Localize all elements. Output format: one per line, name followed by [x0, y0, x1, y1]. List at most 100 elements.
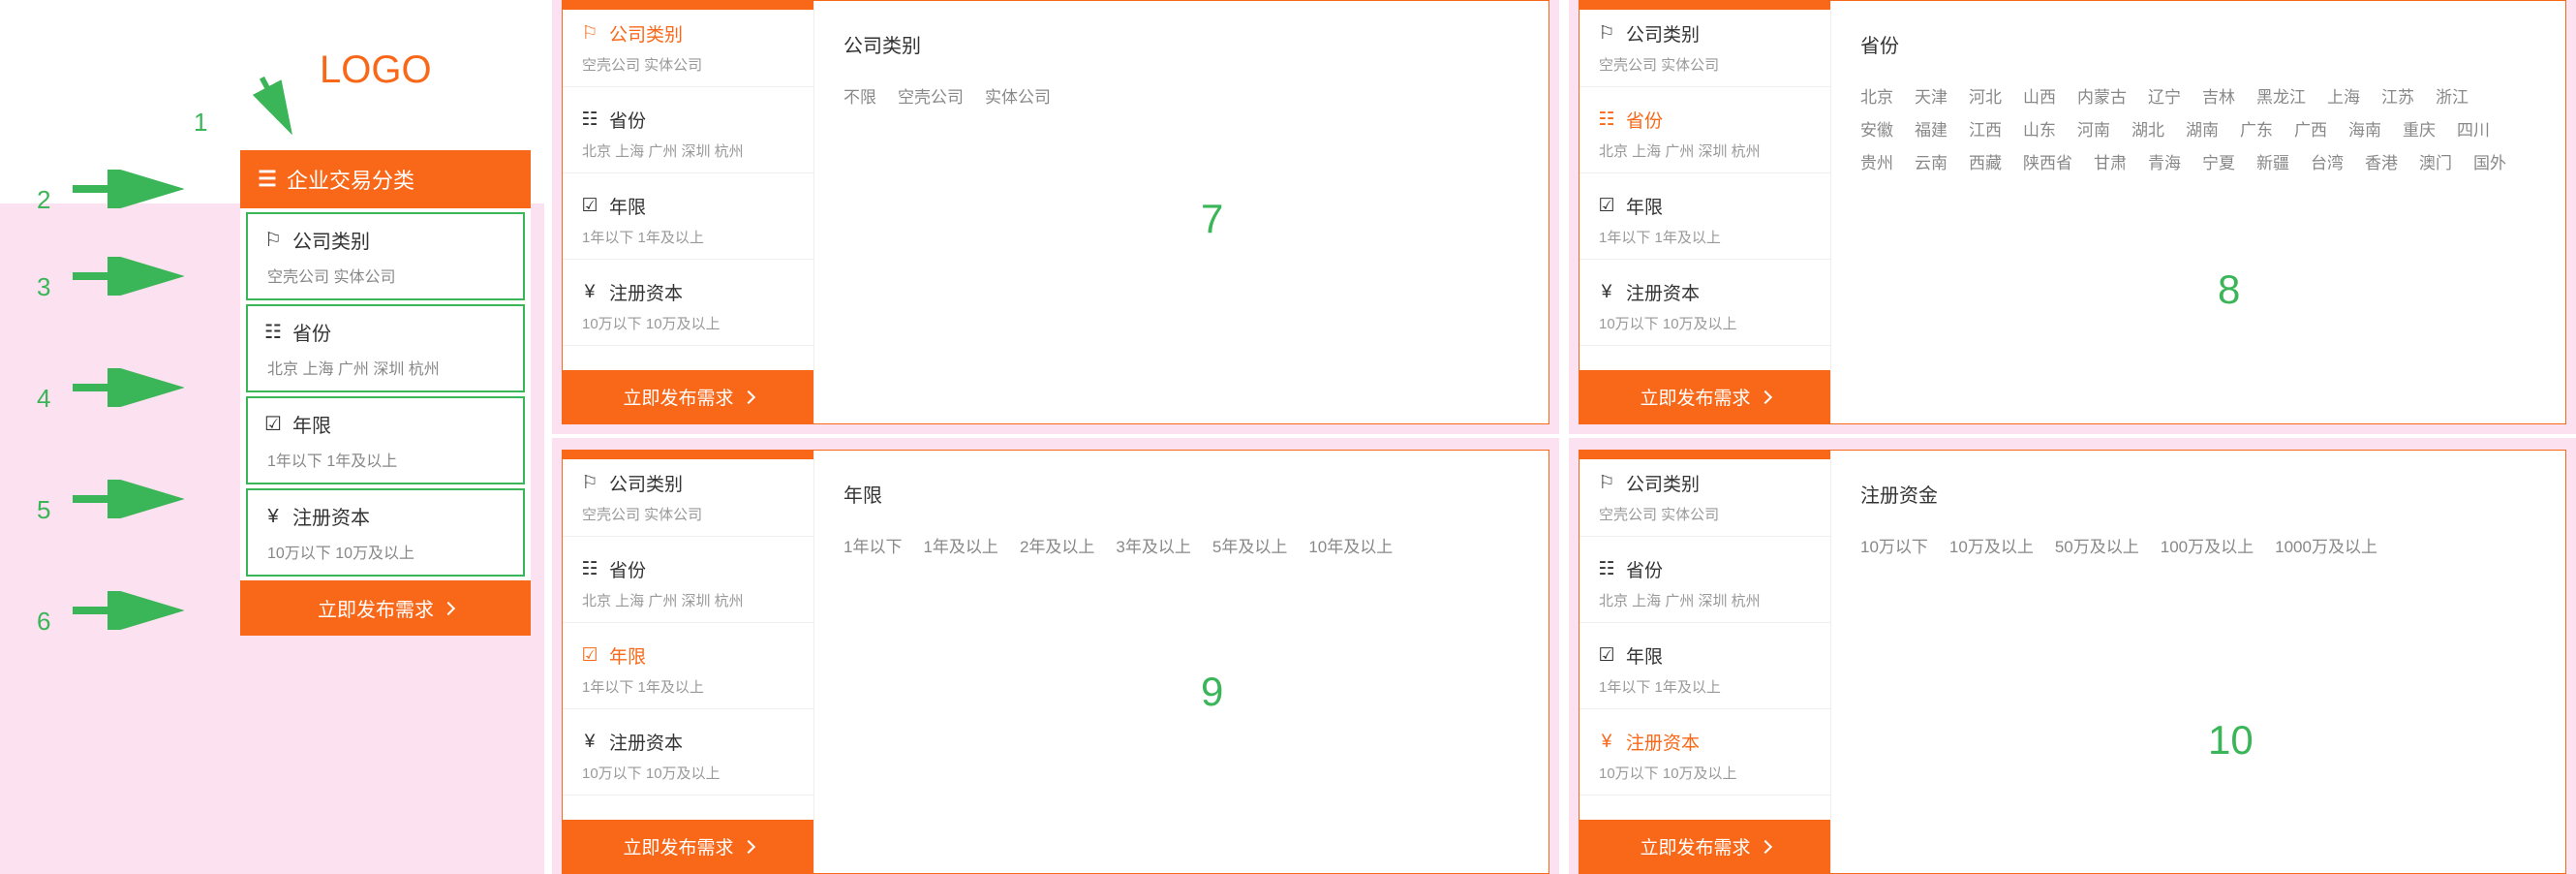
panel-item-capital[interactable]: ¥ 注册资本 10万以下 10万及以上	[563, 267, 813, 346]
panel-item-title: 年限	[1626, 642, 1663, 669]
filter-tag[interactable]: 10年及以上	[1308, 531, 1393, 564]
panel-item-title: 注册资本	[609, 729, 683, 755]
filter-tag[interactable]: 河南	[2077, 114, 2110, 147]
filter-tag[interactable]: 江西	[1969, 114, 2002, 147]
panel-item-province[interactable]: ☷ 省份 北京 上海 广州 深圳 杭州	[563, 95, 813, 173]
panel-item-category[interactable]: ⚐ 公司类别 空壳公司 实体公司	[563, 9, 813, 87]
panel-item-title: 年限	[609, 193, 646, 219]
sidebar-header[interactable]: ☰ 企业交易分类	[240, 150, 531, 208]
publish-button[interactable]: 立即发布需求	[1579, 820, 1830, 873]
list-icon: ☰	[258, 170, 277, 189]
filter-tag[interactable]: 山东	[2023, 114, 2056, 147]
filter-tag[interactable]: 黑龙江	[2256, 81, 2306, 114]
filter-tag[interactable]: 5年及以上	[1212, 531, 1287, 564]
filter-tag[interactable]: 广东	[2240, 114, 2273, 147]
filter-tag[interactable]: 国外	[2473, 147, 2506, 180]
panel-item-province[interactable]: ☷ 省份 北京 上海 广州 深圳 杭州	[1579, 545, 1830, 623]
panel-item-category[interactable]: ⚐ 公司类别 空壳公司 实体公司	[1579, 9, 1830, 87]
filter-tag[interactable]: 浙江	[2436, 81, 2469, 114]
filter-tag[interactable]: 贵州	[1860, 147, 1893, 180]
filter-tag[interactable]: 不限	[843, 81, 876, 114]
filter-tag[interactable]: 100万及以上	[2161, 531, 2254, 564]
publish-button[interactable]: 立即发布需求	[240, 580, 531, 636]
content-tags-10: 10万以下 10万及以上 50万及以上 100万及以上 1000万及以上	[1860, 531, 2536, 564]
panel-item-capital[interactable]: ¥ 注册资本 10万以下 10万及以上	[1579, 717, 1830, 796]
filter-tag[interactable]: 内蒙古	[2077, 81, 2127, 114]
capital-icon: ¥	[580, 733, 599, 752]
panel-item-capital[interactable]: ¥ 注册资本 10万以下 10万及以上	[563, 717, 813, 796]
panel-item-tags: 空壳公司 实体公司	[1597, 504, 1813, 524]
filter-tag[interactable]: 天津	[1915, 81, 1947, 114]
chevron-right-icon	[1758, 839, 1771, 853]
panel-top-bar	[562, 450, 813, 459]
panel-top-bar	[562, 0, 813, 10]
filter-tag[interactable]: 湖南	[2186, 114, 2219, 147]
filter-tag[interactable]: 甘肃	[2094, 147, 2127, 180]
panel-item-title: 注册资本	[609, 279, 683, 305]
filter-tag[interactable]: 香港	[2365, 147, 2398, 180]
panel-item-category[interactable]: ⚐ 公司类别 空壳公司 实体公司	[563, 458, 813, 537]
filter-tag[interactable]: 1年以下	[843, 531, 902, 564]
panel-item-year[interactable]: ☑ 年限 1年以下 1年及以上	[1579, 181, 1830, 260]
capital-icon: ¥	[580, 283, 599, 302]
annotation-4: 4	[37, 368, 184, 414]
filter-tag[interactable]: 海南	[2348, 114, 2381, 147]
filter-tag[interactable]: 1000万及以上	[2275, 531, 2377, 564]
filter-tag[interactable]: 江苏	[2381, 81, 2414, 114]
filter-tag[interactable]: 北京	[1860, 81, 1893, 114]
filter-tag[interactable]: 青海	[2148, 147, 2181, 180]
filter-tag[interactable]: 陕西省	[2023, 147, 2072, 180]
filter-tag[interactable]: 云南	[1915, 147, 1947, 180]
publish-button[interactable]: 立即发布需求	[563, 820, 813, 873]
panel-item-year[interactable]: ☑ 年限 1年以下 1年及以上	[563, 181, 813, 260]
panel-8-sidebar: ⚐ 公司类别 空壳公司 实体公司 ☷ 省份 北京 上海 广州 深圳 杭州 ☑ 年…	[1579, 1, 1831, 423]
filter-tag[interactable]: 10万以下	[1860, 531, 1928, 564]
filter-tag[interactable]: 吉林	[2202, 81, 2235, 114]
panel-item-province[interactable]: ☷ 省份 北京 上海 广州 深圳 杭州	[1579, 95, 1830, 173]
filter-tag[interactable]: 1年及以上	[923, 531, 997, 564]
filter-tag[interactable]: 台湾	[2311, 147, 2344, 180]
sidebar-item-tags: 1年以下 1年及以上	[263, 448, 507, 471]
filter-tag[interactable]: 新疆	[2256, 147, 2289, 180]
filter-tag[interactable]: 福建	[1915, 114, 1947, 147]
category-icon: ⚐	[580, 474, 599, 493]
filter-tag[interactable]: 河北	[1969, 81, 2002, 114]
filter-tag[interactable]: 安徽	[1860, 114, 1893, 147]
filter-tag[interactable]: 山西	[2023, 81, 2056, 114]
filter-tag[interactable]: 3年及以上	[1116, 531, 1190, 564]
panel-top-bar	[1579, 450, 1830, 459]
filter-tag[interactable]: 宁夏	[2202, 147, 2235, 180]
panel-item-category[interactable]: ⚐ 公司类别 空壳公司 实体公司	[1579, 458, 1830, 537]
filter-tag[interactable]: 2年及以上	[1020, 531, 1094, 564]
panel-item-year[interactable]: ☑ 年限 1年以下 1年及以上	[563, 631, 813, 709]
province-icon: ☷	[580, 560, 599, 579]
filter-tag[interactable]: 10万及以上	[1949, 531, 2034, 564]
publish-button[interactable]: 立即发布需求	[1579, 370, 1830, 423]
year-icon: ☑	[263, 415, 283, 434]
filter-tag[interactable]: 上海	[2327, 81, 2360, 114]
annotation-3: 3	[37, 257, 184, 302]
sidebar-item-province[interactable]: ☷ 省份 北京 上海 广州 深圳 杭州	[246, 304, 525, 392]
filter-tag[interactable]: 50万及以上	[2055, 531, 2139, 564]
filter-tag[interactable]: 重庆	[2403, 114, 2436, 147]
sidebar-item-category[interactable]: ⚐ 公司类别 空壳公司 实体公司	[246, 212, 525, 300]
arrow-right-icon	[68, 480, 184, 525]
filter-tag[interactable]: 湖北	[2131, 114, 2164, 147]
panel-item-capital[interactable]: ¥ 注册资本 10万以下 10万及以上	[1579, 267, 1830, 346]
panel-item-tags: 北京 上海 广州 深圳 杭州	[580, 590, 796, 610]
panel-item-title: 省份	[609, 556, 646, 582]
filter-tag[interactable]: 实体公司	[985, 81, 1051, 114]
filter-tag[interactable]: 辽宁	[2148, 81, 2181, 114]
filter-tag[interactable]: 空壳公司	[898, 81, 964, 114]
sidebar-item-year[interactable]: ☑ 年限 1年以下 1年及以上	[246, 396, 525, 484]
filter-tag[interactable]: 广西	[2294, 114, 2327, 147]
filter-tag[interactable]: 澳门	[2419, 147, 2452, 180]
panel-item-year[interactable]: ☑ 年限 1年以下 1年及以上	[1579, 631, 1830, 709]
panel-item-province[interactable]: ☷ 省份 北京 上海 广州 深圳 杭州	[563, 545, 813, 623]
filter-tag[interactable]: 西藏	[1969, 147, 2002, 180]
province-icon: ☷	[580, 110, 599, 130]
panel-10-sidebar: ⚐ 公司类别 空壳公司 实体公司 ☷ 省份 北京 上海 广州 深圳 杭州 ☑ 年…	[1579, 451, 1831, 873]
filter-tag[interactable]: 四川	[2457, 114, 2490, 147]
sidebar-item-capital[interactable]: ¥ 注册资本 10万以下 10万及以上	[246, 488, 525, 577]
publish-button[interactable]: 立即发布需求	[563, 370, 813, 423]
